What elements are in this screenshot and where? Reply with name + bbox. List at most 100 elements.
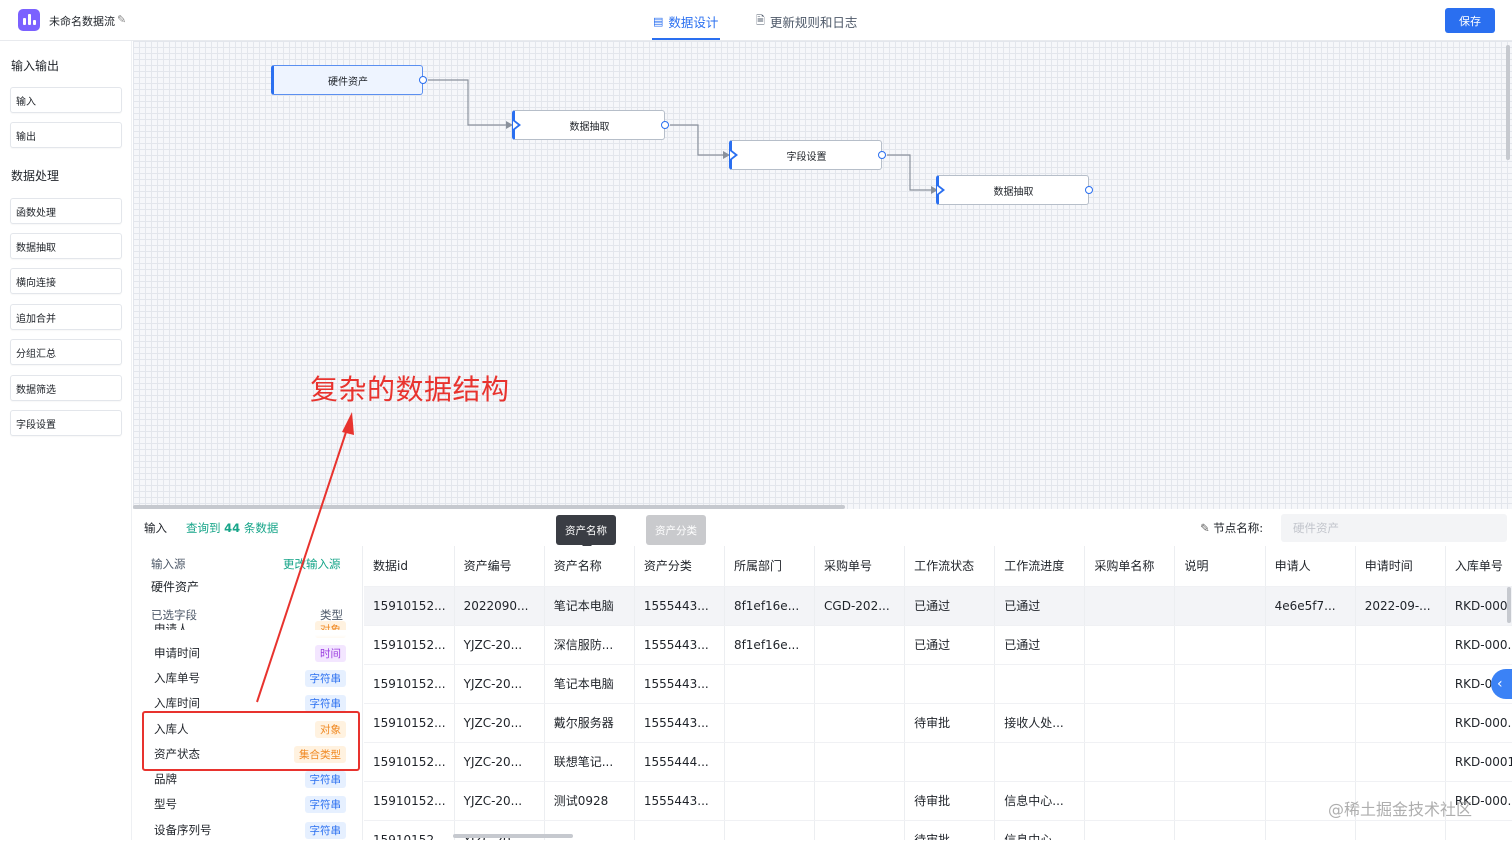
type-tag: 字符串 bbox=[304, 669, 346, 687]
table-cell: 待审批 bbox=[904, 820, 996, 840]
component-join[interactable]: 横向连接 bbox=[10, 268, 122, 294]
edit-icon: ✎ bbox=[1200, 521, 1214, 535]
watermark: @稀土掘金技术社区 bbox=[1328, 800, 1473, 819]
column-header[interactable]: 采购单号 bbox=[814, 546, 906, 587]
output-port[interactable] bbox=[661, 121, 669, 129]
flow-node-field-settings[interactable]: 字段设置 bbox=[729, 140, 886, 170]
chevron-left-icon: ‹ bbox=[1497, 676, 1503, 692]
column-header[interactable]: 申请人 bbox=[1265, 546, 1356, 587]
highlight-box bbox=[142, 711, 360, 771]
output-port[interactable] bbox=[878, 151, 886, 159]
component-filter[interactable]: 数据筛选 bbox=[10, 375, 122, 401]
column-header[interactable]: 工作流进度 bbox=[994, 546, 1086, 587]
table-cell: 已通过 bbox=[904, 625, 996, 665]
table-cell: 深信服防... bbox=[544, 625, 635, 665]
column-header[interactable]: 申请时间 bbox=[1355, 546, 1446, 587]
component-group[interactable]: 分组汇总 bbox=[10, 339, 122, 365]
output-port[interactable] bbox=[1085, 186, 1093, 194]
table-cell: 1555443... bbox=[634, 625, 725, 665]
field-row[interactable]: 申请时间 时间 bbox=[154, 642, 346, 664]
table-cell: 戴尔服务器 bbox=[544, 703, 635, 743]
table-cell: 2022090... bbox=[454, 586, 545, 626]
canvas-vertical-scrollbar[interactable] bbox=[1506, 45, 1510, 160]
table-cell bbox=[1084, 625, 1176, 665]
app-logo-icon bbox=[18, 9, 40, 31]
tab-data-design[interactable]: ▤ 数据设计 bbox=[653, 12, 718, 31]
change-source-link[interactable]: 更改输入源 bbox=[283, 556, 341, 572]
table-cell: 15910152... bbox=[364, 586, 455, 626]
column-header[interactable]: 资产编号 bbox=[454, 546, 545, 587]
flow-node-extract-2[interactable]: 数据抽取 bbox=[936, 175, 1093, 205]
type-tag: 字符串 bbox=[304, 694, 346, 712]
column-header[interactable]: 工作流状态 bbox=[904, 546, 996, 587]
table-row[interactable]: 15910152... YJZC-20... 联想笔记... 1555444... RK… bbox=[364, 742, 1512, 782]
table-cell: 1555443... bbox=[634, 703, 725, 743]
table-row[interactable]: 15910152... YJZC-20... 戴尔服务器 1555443... 待审批接… bbox=[364, 703, 1512, 743]
column-header[interactable]: 采购单名称 bbox=[1084, 546, 1176, 587]
edit-title-icon[interactable]: ✎ bbox=[117, 13, 126, 26]
table-cell bbox=[814, 781, 906, 821]
table-cell: YJZC-20... bbox=[454, 664, 545, 704]
flow-node-extract-1[interactable]: 数据抽取 bbox=[512, 110, 669, 140]
table-cell: 笔记本电脑 bbox=[544, 586, 635, 626]
table-cell: 测试0928 bbox=[544, 781, 635, 821]
table-cell bbox=[1174, 703, 1266, 743]
table-cell bbox=[814, 820, 906, 840]
table-row[interactable]: 15910152... 2022090... 笔记本电脑 1555443... 8f1e… bbox=[364, 586, 1512, 626]
table-cell: 2022-09-... bbox=[1355, 586, 1446, 626]
tab-update-rules-log[interactable]: 🗎 更新规则和日志 bbox=[756, 12, 857, 31]
table-horizontal-scrollbar[interactable] bbox=[453, 834, 573, 838]
table-cell bbox=[1265, 820, 1356, 840]
table-row[interactable]: 15910152... YJZC-20... 深信服防... 1555443... 8f… bbox=[364, 625, 1512, 665]
table-row[interactable]: 15910152... YJZC-20... 笔记本电脑 1555443... RKD-… bbox=[364, 664, 1512, 704]
column-header[interactable]: 说明 bbox=[1174, 546, 1266, 587]
io-section-title: 输入输出 bbox=[11, 59, 60, 73]
save-button[interactable]: 保存 bbox=[1445, 8, 1495, 33]
table-cell: 已通过 bbox=[994, 586, 1086, 626]
table-cell bbox=[1084, 742, 1176, 782]
output-port[interactable] bbox=[419, 76, 427, 84]
table-cell bbox=[1355, 820, 1446, 840]
component-input[interactable]: 输入 bbox=[10, 87, 122, 113]
flow-canvas[interactable]: 硬件资产 数据抽取 字段设置 数据抽取 bbox=[133, 41, 1512, 509]
input-port-icon bbox=[512, 118, 521, 132]
type-tag: 字符串 bbox=[304, 821, 346, 839]
column-header[interactable]: 资产分类 bbox=[634, 546, 725, 587]
field-row[interactable]: 入库单号 字符串 bbox=[154, 667, 346, 689]
table-cell: 1555443... bbox=[634, 664, 725, 704]
table-cell: RKD-000... bbox=[1445, 625, 1512, 665]
annotation-text: 复杂的数据结构 bbox=[310, 373, 510, 406]
column-header[interactable]: 资产名称 bbox=[544, 546, 635, 587]
flow-node-source[interactable]: 硬件资产 bbox=[271, 65, 427, 95]
column-header[interactable]: 数据id bbox=[364, 546, 455, 587]
table-cell: 1555443... bbox=[634, 781, 725, 821]
field-row[interactable]: 设备序列号 字符串 bbox=[154, 819, 346, 841]
table-cell bbox=[1355, 742, 1446, 782]
table-cell: CGD-202... bbox=[814, 586, 906, 626]
component-output[interactable]: 输出 bbox=[10, 122, 122, 148]
field-row[interactable]: 型号 字符串 bbox=[154, 793, 346, 815]
table-cell: 8f1ef16e... bbox=[724, 625, 816, 665]
component-extract[interactable]: 数据抽取 bbox=[10, 233, 122, 259]
table-cell bbox=[724, 703, 816, 743]
table-cell: RKD-00011 bbox=[1445, 742, 1512, 782]
column-header[interactable]: 所属部门 bbox=[724, 546, 816, 587]
table-cell bbox=[724, 664, 816, 704]
table-cell bbox=[814, 664, 906, 704]
table-cell: 15910152... bbox=[364, 781, 455, 821]
table-vertical-scrollbar[interactable] bbox=[1507, 587, 1511, 623]
table-cell: 4e6e5f7... bbox=[1265, 586, 1356, 626]
table-cell bbox=[994, 742, 1086, 782]
table-cell bbox=[634, 820, 725, 840]
field-row[interactable]: 品牌 字符串 bbox=[154, 768, 346, 790]
component-function[interactable]: 函数处理 bbox=[10, 198, 122, 224]
component-append[interactable]: 追加合并 bbox=[10, 304, 122, 330]
node-name-input[interactable] bbox=[1281, 514, 1507, 542]
type-tag: 字符串 bbox=[304, 770, 346, 788]
design-icon: ▤ bbox=[653, 15, 664, 28]
table-cell bbox=[1174, 742, 1266, 782]
app-title: 未命名数据流 bbox=[49, 15, 115, 28]
column-header[interactable]: 入库单号 bbox=[1445, 546, 1512, 587]
component-field-settings[interactable]: 字段设置 bbox=[10, 410, 122, 436]
data-preview-panel: 输入 查询到 44 条数据 资产名称 资产分类 ✎ 节点名称: 输入源 更改输入… bbox=[133, 509, 1512, 840]
